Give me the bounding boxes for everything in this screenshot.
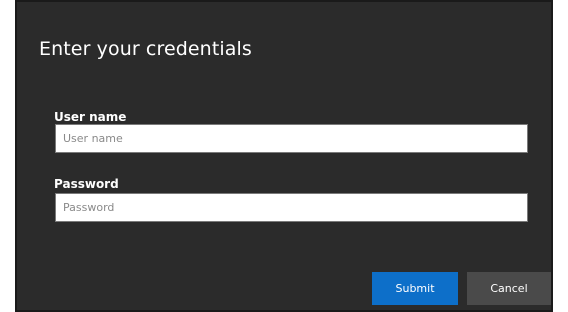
dialog-title: Enter your credentials [39,38,252,60]
password-label: Password [54,177,119,191]
username-label: User name [54,110,127,124]
username-input[interactable] [55,124,528,153]
credentials-dialog: Enter your credentials User name Passwor… [15,0,553,312]
password-input[interactable] [55,193,528,222]
submit-button[interactable]: Submit [372,272,458,305]
cancel-button[interactable]: Cancel [467,272,551,305]
